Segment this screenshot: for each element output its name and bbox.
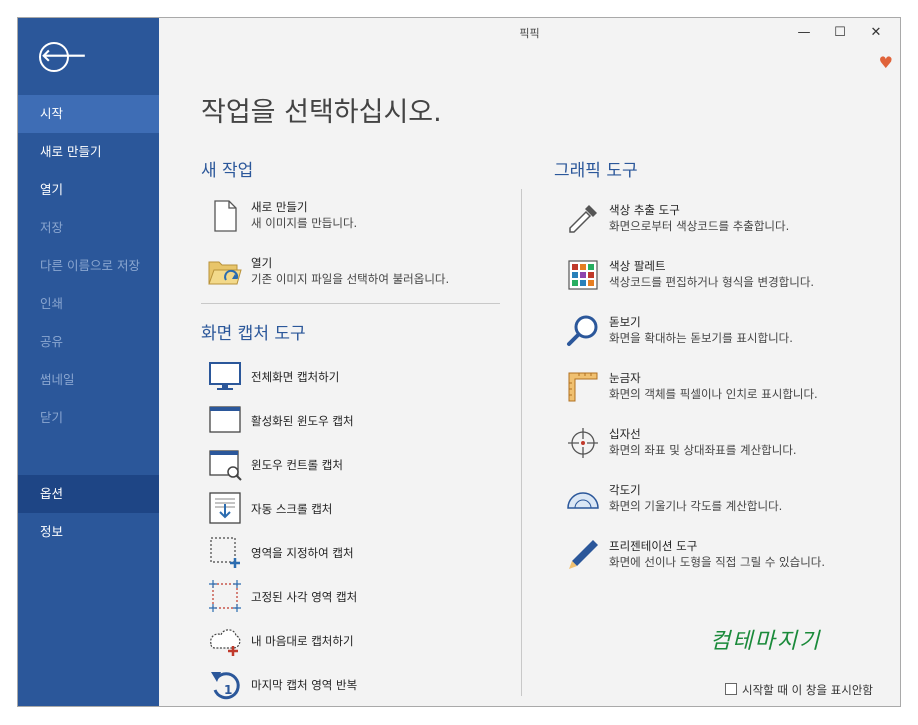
section-title-new-task: 새 작업: [201, 161, 254, 181]
svg-text:1: 1: [224, 683, 232, 697]
color-palette-title: 색상 팔레트: [609, 259, 666, 273]
capture-repeat-label: 마지막 캡처 영역 반복: [251, 678, 358, 692]
window-control-icon: [209, 450, 242, 481]
dont-show-checkbox[interactable]: [725, 683, 737, 695]
sidebar-item-close[interactable]: 닫기: [18, 399, 159, 437]
fixed-region-icon: [209, 580, 241, 612]
new-image-title: 새로 만들기: [251, 200, 308, 214]
sidebar-item-about[interactable]: 정보: [18, 513, 159, 551]
ruler-title: 눈금자: [609, 371, 641, 385]
capture-freehand-label: 내 마음대로 캡처하기: [251, 634, 354, 648]
scroll-capture-icon: [209, 492, 241, 524]
monitor-icon: [209, 362, 241, 390]
capture-fixed-region-label: 고정된 사각 영역 캡처: [251, 590, 358, 604]
protractor-title: 각도기: [609, 483, 641, 497]
minimize-button[interactable]: —: [786, 22, 822, 44]
open-folder-icon: [208, 261, 242, 285]
section-title-capture: 화면 캡처 도구: [201, 324, 306, 344]
sidebar: 🡐 시작 새로 만들기 열기 저장 다른 이름으로 저장 인쇄 공유 썸네일 닫…: [18, 18, 159, 706]
magnifier-icon: [567, 315, 598, 346]
maximize-button[interactable]: ☐: [822, 22, 858, 44]
magnifier-desc: 화면을 확대하는 돋보기를 표시합니다.: [609, 331, 793, 345]
dont-show-label: 시작할 때 이 창을 표시안함: [742, 683, 874, 697]
sidebar-item-thumbnail[interactable]: 썸네일: [18, 361, 159, 399]
sidebar-item-print[interactable]: 인쇄: [18, 285, 159, 323]
magnifier-title: 돋보기: [609, 315, 641, 329]
close-button[interactable]: ✕: [858, 22, 894, 44]
color-palette-desc: 색상코드를 편집하거나 형식을 변경합니다.: [609, 275, 815, 289]
sidebar-item-new[interactable]: 새로 만들기: [18, 133, 159, 171]
open-image-desc: 기존 이미지 파일을 선택하여 불러옵니다.: [251, 272, 450, 286]
crosshair-desc: 화면의 좌표 및 상대좌표를 계산합니다.: [609, 443, 797, 457]
dont-show-option[interactable]: 시작할 때 이 창을 표시안함: [725, 682, 873, 698]
protractor-icon: [567, 492, 599, 509]
protractor-desc: 화면의 기울기나 각도를 계산합니다.: [609, 499, 783, 513]
color-picker-desc: 화면으로부터 색상코드를 추출합니다.: [609, 219, 790, 233]
heart-icon[interactable]: ♥: [879, 53, 893, 72]
sidebar-item-options[interactable]: 옵션: [18, 475, 159, 513]
app-window: 🡐 시작 새로 만들기 열기 저장 다른 이름으로 저장 인쇄 공유 썸네일 닫…: [17, 17, 901, 707]
section-title-graphics: 그래픽 도구: [554, 161, 638, 181]
watermark: 컴테마지기: [710, 629, 822, 654]
capture-region-label: 영역을 지정하여 캡처: [251, 546, 354, 560]
open-image-title: 열기: [251, 256, 273, 270]
capture-scroll-label: 자동 스크롤 캡처: [251, 502, 333, 516]
back-button[interactable]: 🡐: [39, 42, 87, 72]
sidebar-item-save[interactable]: 저장: [18, 209, 159, 247]
new-image-desc: 새 이미지를 만듭니다.: [251, 216, 358, 230]
active-window-icon: [209, 406, 241, 433]
sidebar-item-save-as[interactable]: 다른 이름으로 저장: [18, 247, 159, 285]
freehand-capture-icon: [210, 629, 241, 656]
column-divider: [521, 189, 522, 696]
sidebar-item-open[interactable]: 열기: [18, 171, 159, 209]
eyedropper-icon: [569, 205, 597, 233]
crosshair-title: 십자선: [609, 427, 641, 441]
capture-active-window-label: 활성화된 윈도우 캡처: [251, 414, 354, 428]
ruler-icon: [568, 372, 598, 402]
capture-fullscreen-label: 전체화면 캡처하기: [251, 370, 340, 384]
capture-window-control-label: 윈도우 컨트롤 캡처: [251, 458, 343, 472]
region-select-icon: [210, 537, 240, 568]
color-picker-title: 색상 추출 도구: [609, 203, 680, 217]
repeat-icon: 1: [211, 672, 240, 700]
page-title: 작업을 선택하십시오.: [201, 97, 442, 128]
palette-icon: [568, 260, 598, 290]
presentation-desc: 화면에 선이나 도형을 직접 그릴 수 있습니다.: [609, 555, 826, 569]
section-divider: [201, 303, 500, 304]
pen-icon: [569, 540, 598, 569]
ruler-desc: 화면의 객체를 픽셀이나 인치로 표시합니다.: [609, 387, 818, 401]
crosshair-icon: [568, 428, 598, 458]
new-document-icon: [214, 200, 237, 232]
presentation-title: 프리젠테이션 도구: [609, 539, 698, 553]
sidebar-item-start[interactable]: 시작: [18, 95, 159, 133]
sidebar-item-share[interactable]: 공유: [18, 323, 159, 361]
